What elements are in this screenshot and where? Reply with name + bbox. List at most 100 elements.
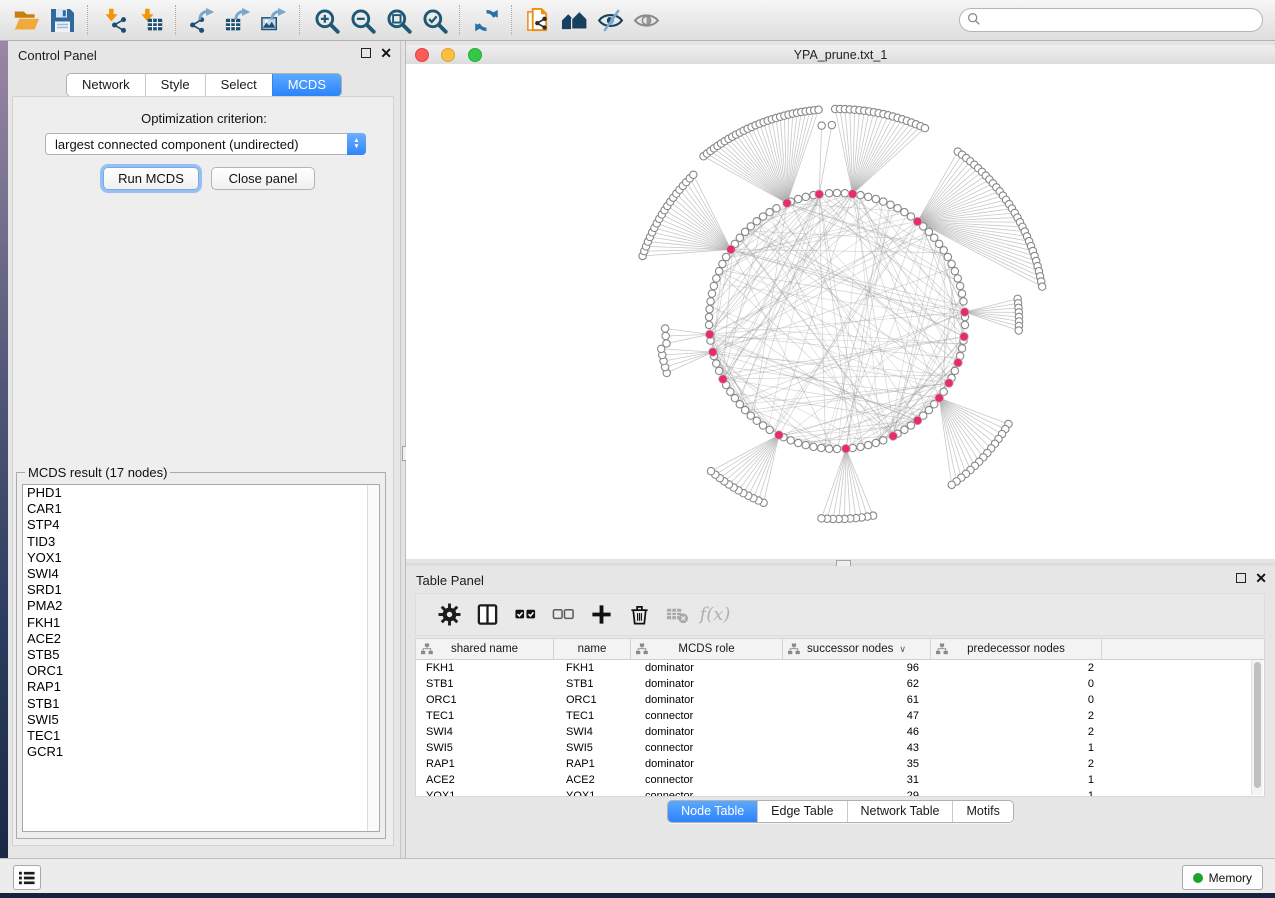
graph-node[interactable] <box>705 313 712 320</box>
gear-button[interactable] <box>430 599 468 631</box>
graph-node[interactable] <box>948 260 955 267</box>
table-row[interactable]: RAP1RAP1dominator352 <box>416 756 1264 772</box>
graph-mcds-hub-node[interactable] <box>913 416 922 425</box>
mcds-list-scrollbar[interactable] <box>367 485 379 831</box>
mcds-result-item[interactable]: SWI5 <box>23 712 379 728</box>
graph-node[interactable] <box>710 282 717 289</box>
graph-node[interactable] <box>833 445 840 452</box>
graph-node[interactable] <box>901 426 908 433</box>
graph-leaf-node[interactable] <box>948 481 955 488</box>
graph-node[interactable] <box>713 275 720 282</box>
graph-mcds-hub-node[interactable] <box>848 190 857 199</box>
graph-node[interactable] <box>766 426 773 433</box>
mcds-result-item[interactable]: TEC1 <box>23 728 379 744</box>
mcds-result-item[interactable]: ORC1 <box>23 663 379 679</box>
graph-mcds-hub-node[interactable] <box>727 245 736 254</box>
close-panel-icon[interactable]: ✕ <box>1255 573 1267 583</box>
graph-mcds-hub-node[interactable] <box>705 330 714 339</box>
deselect-all-button[interactable] <box>544 599 582 631</box>
tab-motifs[interactable]: Motifs <box>952 801 1012 822</box>
graph-node[interactable] <box>940 247 947 254</box>
graph-node[interactable] <box>935 240 942 247</box>
mcds-result-item[interactable]: STP4 <box>23 517 379 533</box>
graph-node[interactable] <box>857 443 864 450</box>
graph-leaf-node[interactable] <box>662 332 669 339</box>
graph-node[interactable] <box>706 305 713 312</box>
graph-node[interactable] <box>951 267 958 274</box>
graph-mcds-hub-node[interactable] <box>815 190 824 199</box>
graph-node[interactable] <box>961 321 968 328</box>
graph-node[interactable] <box>865 193 872 200</box>
add-button[interactable] <box>582 599 620 631</box>
graph-node[interactable] <box>825 190 832 197</box>
mcds-result-item[interactable]: YOX1 <box>23 550 379 566</box>
table-row[interactable]: SWI5SWI5connector431 <box>416 740 1264 756</box>
graph-leaf-node[interactable] <box>818 515 825 522</box>
graph-node[interactable] <box>887 201 894 208</box>
first-neighbors-button[interactable] <box>556 3 592 37</box>
search-input[interactable] <box>959 8 1263 32</box>
graph-node[interactable] <box>944 253 951 260</box>
column-header-successor-nodes[interactable]: successor nodes∨ <box>783 639 931 659</box>
tab-mcds[interactable]: MCDS <box>272 74 341 96</box>
graph-node[interactable] <box>901 208 908 215</box>
hide-selected-button[interactable] <box>592 3 628 37</box>
mcds-result-item[interactable]: FKH1 <box>23 615 379 631</box>
graph-node[interactable] <box>753 218 760 225</box>
tab-style[interactable]: Style <box>145 74 205 96</box>
graph-mcds-hub-node[interactable] <box>889 432 898 441</box>
graph-node[interactable] <box>787 437 794 444</box>
graph-node[interactable] <box>833 189 840 196</box>
automation-panel-button[interactable] <box>13 865 41 890</box>
graph-node[interactable] <box>818 444 825 451</box>
graph-mcds-hub-node[interactable] <box>719 375 728 384</box>
graph-leaf-node[interactable] <box>690 171 697 178</box>
graph-mcds-hub-node[interactable] <box>945 379 954 388</box>
graph-mcds-hub-node[interactable] <box>960 332 969 341</box>
graph-node[interactable] <box>802 441 809 448</box>
mcds-result-item[interactable]: SRD1 <box>23 582 379 598</box>
mcds-result-list[interactable]: PHD1CAR1STP4TID3YOX1SWI4SRD1PMA2FKH1ACE2… <box>22 484 380 832</box>
mcds-result-item[interactable]: SWI4 <box>23 566 379 582</box>
mcds-result-item[interactable]: RAP1 <box>23 679 379 695</box>
table-scrollbar-thumb[interactable] <box>1254 662 1261 788</box>
column-header-shared-name[interactable]: shared name <box>416 639 554 659</box>
graph-leaf-node[interactable] <box>661 325 668 332</box>
mcds-result-item[interactable]: GCR1 <box>23 744 379 760</box>
graph-node[interactable] <box>894 205 901 212</box>
graph-node[interactable] <box>705 321 712 328</box>
table-row[interactable]: STB1STB1dominator620 <box>416 676 1264 692</box>
graph-node[interactable] <box>880 198 887 205</box>
network-graph[interactable] <box>406 64 1275 559</box>
graph-node[interactable] <box>841 190 848 197</box>
table-row[interactable]: SWI4SWI4dominator462 <box>416 724 1264 740</box>
optimization-criterion-select[interactable]: largest connected component (undirected)… <box>45 133 366 155</box>
graph-node[interactable] <box>931 234 938 241</box>
network-window-titlebar[interactable]: YPA_prune.txt_1 <box>406 45 1275 65</box>
graph-mcds-hub-node[interactable] <box>709 348 718 357</box>
refresh-button[interactable] <box>468 3 504 37</box>
graph-leaf-node[interactable] <box>1038 283 1045 290</box>
mcds-result-item[interactable]: PMA2 <box>23 598 379 614</box>
export-image-button[interactable] <box>256 3 292 37</box>
column-header-predecessor-nodes[interactable]: predecessor nodes <box>931 639 1102 659</box>
graph-node[interactable] <box>960 298 967 305</box>
graph-node[interactable] <box>773 205 780 212</box>
zoom-out-button[interactable] <box>344 3 380 37</box>
graph-mcds-hub-node[interactable] <box>913 217 922 226</box>
graph-node[interactable] <box>727 388 734 395</box>
graph-node[interactable] <box>715 367 722 374</box>
show-all-button[interactable] <box>628 3 664 37</box>
save-session-button[interactable] <box>44 3 80 37</box>
graph-node[interactable] <box>731 394 738 401</box>
mcds-result-item[interactable]: STB5 <box>23 647 379 663</box>
graph-mcds-hub-node[interactable] <box>783 199 792 208</box>
float-window-icon[interactable] <box>361 48 371 58</box>
tab-node-table[interactable]: Node Table <box>668 801 757 822</box>
export-network-button[interactable] <box>184 3 220 37</box>
graph-node[interactable] <box>722 253 729 260</box>
delete-button[interactable] <box>620 599 658 631</box>
graph-node[interactable] <box>713 360 720 367</box>
share-document-button[interactable] <box>520 3 556 37</box>
graph-node[interactable] <box>880 437 887 444</box>
